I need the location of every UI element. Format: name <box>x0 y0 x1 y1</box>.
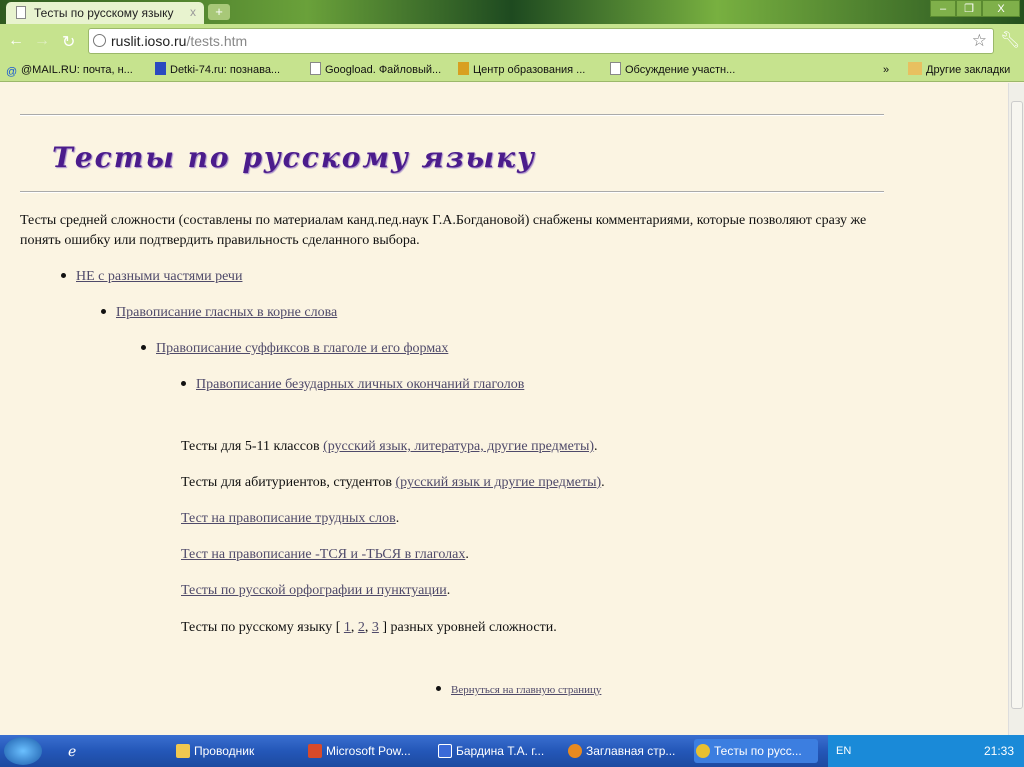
tests-5-11-link[interactable]: (русский язык, литература, другие предме… <box>323 439 594 454</box>
tsya-line: Тест на правописание -ТСЯ и -ТЬСЯ в глаг… <box>181 547 469 562</box>
vertical-scrollbar[interactable] <box>1008 83 1024 735</box>
topic-link[interactable]: Правописание суффиксов в глаголе и его ф… <box>156 341 448 356</box>
taskbar-item[interactable]: Бардина Т.А. г... <box>436 739 544 763</box>
address-bar[interactable]: ruslit.ioso.ru/tests.htm ☆ <box>88 28 994 54</box>
hard-words-link[interactable]: Тест на правописание трудных слов <box>181 511 396 526</box>
home-link[interactable]: Вернуться на главную страницу <box>451 684 601 696</box>
url-path: /tests.htm <box>186 33 248 49</box>
page-icon <box>310 62 321 75</box>
new-tab-button[interactable]: + <box>208 4 230 20</box>
bookmark-item[interactable]: Обсуждение участн... <box>610 58 735 82</box>
title-bar: Тесты по русскому языку x + – ❐ X <box>0 0 1024 24</box>
site-icon <box>458 62 469 75</box>
taskbar: ℯ Проводник Microsoft Pow... Бардина Т.А… <box>0 735 1024 767</box>
wrench-icon[interactable]: 🔧︎ <box>1000 30 1020 50</box>
tests-applicants-link[interactable]: (русский язык и другие предметы) <box>396 475 602 490</box>
divider <box>20 191 884 193</box>
at-icon: @ <box>6 66 18 78</box>
bookmark-item[interactable]: Detki-74.ru: познава... <box>155 58 280 82</box>
clock: 21:33 <box>983 744 1014 758</box>
bookmarks-bar: @ @MAIL.RU: почта, н... Detki-74.ru: позн… <box>0 58 1024 82</box>
bookmark-item[interactable]: Центр образования ... <box>458 58 585 82</box>
chrome-icon <box>696 744 710 758</box>
orthography-line: Тесты по русской орфографии и пунктуации… <box>181 583 451 598</box>
levels-line: Тесты по русскому языку [ 1, 2, 3 ] разн… <box>181 620 557 635</box>
hard-words-line: Тест на правописание трудных слов. <box>181 511 400 526</box>
restore-button[interactable]: ❐ <box>956 0 982 17</box>
other-bookmarks[interactable]: Другие закладки <box>908 58 1010 82</box>
back-item: Вернуться на главную страницу <box>436 684 601 696</box>
level-2-link[interactable]: 2 <box>358 620 365 635</box>
topic-link[interactable]: Правописание безударных личных окончаний… <box>196 377 524 392</box>
url-host: ruslit.ioso.ru <box>111 33 187 49</box>
browser-tab[interactable]: Тесты по русскому языку x <box>6 2 204 24</box>
list-item: НЕ с разными частями речи <box>61 269 242 285</box>
back-button[interactable]: ← <box>8 32 24 50</box>
orthography-link[interactable]: Тесты по русской орфографии и пунктуации <box>181 583 447 598</box>
page-icon <box>610 62 621 75</box>
close-button[interactable]: X <box>982 0 1020 17</box>
taskbar-item[interactable]: Заглавная стр... <box>566 739 675 763</box>
globe-icon <box>93 34 106 47</box>
level-1-link[interactable]: 1 <box>344 620 351 635</box>
language-indicator[interactable]: EN <box>836 735 851 767</box>
folder-icon <box>176 744 190 758</box>
topic-link[interactable]: НЕ с разными частями речи <box>76 269 242 284</box>
forward-button[interactable]: → <box>34 32 50 50</box>
word-icon <box>438 744 452 758</box>
tab-close-button[interactable]: x <box>190 5 196 19</box>
level-3-link[interactable]: 3 <box>372 620 379 635</box>
bookmark-star-icon[interactable]: ☆ <box>972 29 987 53</box>
list-item: Правописание безударных личных окончаний… <box>181 377 524 393</box>
start-button[interactable] <box>4 737 42 765</box>
bookmarks-more-button[interactable]: » <box>883 58 889 82</box>
list-item: Правописание гласных в корне слова <box>101 305 337 321</box>
powerpoint-icon <box>308 744 322 758</box>
site-icon <box>155 62 166 75</box>
folder-icon <box>908 62 922 75</box>
taskbar-item-active[interactable]: Тесты по русс... <box>694 739 818 763</box>
ie-icon[interactable]: ℯ <box>68 735 76 767</box>
page-icon <box>16 6 26 19</box>
taskbar-item[interactable]: Проводник <box>174 739 254 763</box>
firefox-icon <box>568 744 582 758</box>
list-item: Правописание суффиксов в глаголе и его ф… <box>141 341 448 357</box>
bookmark-item[interactable]: Googload. Файловый... <box>310 58 441 82</box>
reload-button[interactable]: ↻ <box>62 32 75 52</box>
divider <box>20 114 884 116</box>
minimize-button[interactable]: – <box>930 0 956 17</box>
page-content: Тесты по русскому языку Тесты средней сл… <box>0 83 1008 735</box>
intro-text: Тесты средней сложности (составлены по м… <box>20 213 867 248</box>
bookmark-item[interactable]: @ @MAIL.RU: почта, н... <box>6 58 133 82</box>
system-tray: EN 21:33 <box>828 735 1024 767</box>
page-heading: Тесты по русскому языку <box>52 141 536 174</box>
tab-title: Тесты по русскому языку <box>34 6 174 20</box>
topic-link[interactable]: Правописание гласных в корне слова <box>116 305 337 320</box>
tests-5-11-line: Тесты для 5-11 классов (русский язык, ли… <box>181 439 598 454</box>
tests-applicants-line: Тесты для абитуриентов, студентов (русск… <box>181 475 605 490</box>
taskbar-item[interactable]: Microsoft Pow... <box>306 739 411 763</box>
scrollbar-thumb[interactable] <box>1011 101 1023 709</box>
tsya-link[interactable]: Тест на правописание -ТСЯ и -ТЬСЯ в глаг… <box>181 547 465 562</box>
